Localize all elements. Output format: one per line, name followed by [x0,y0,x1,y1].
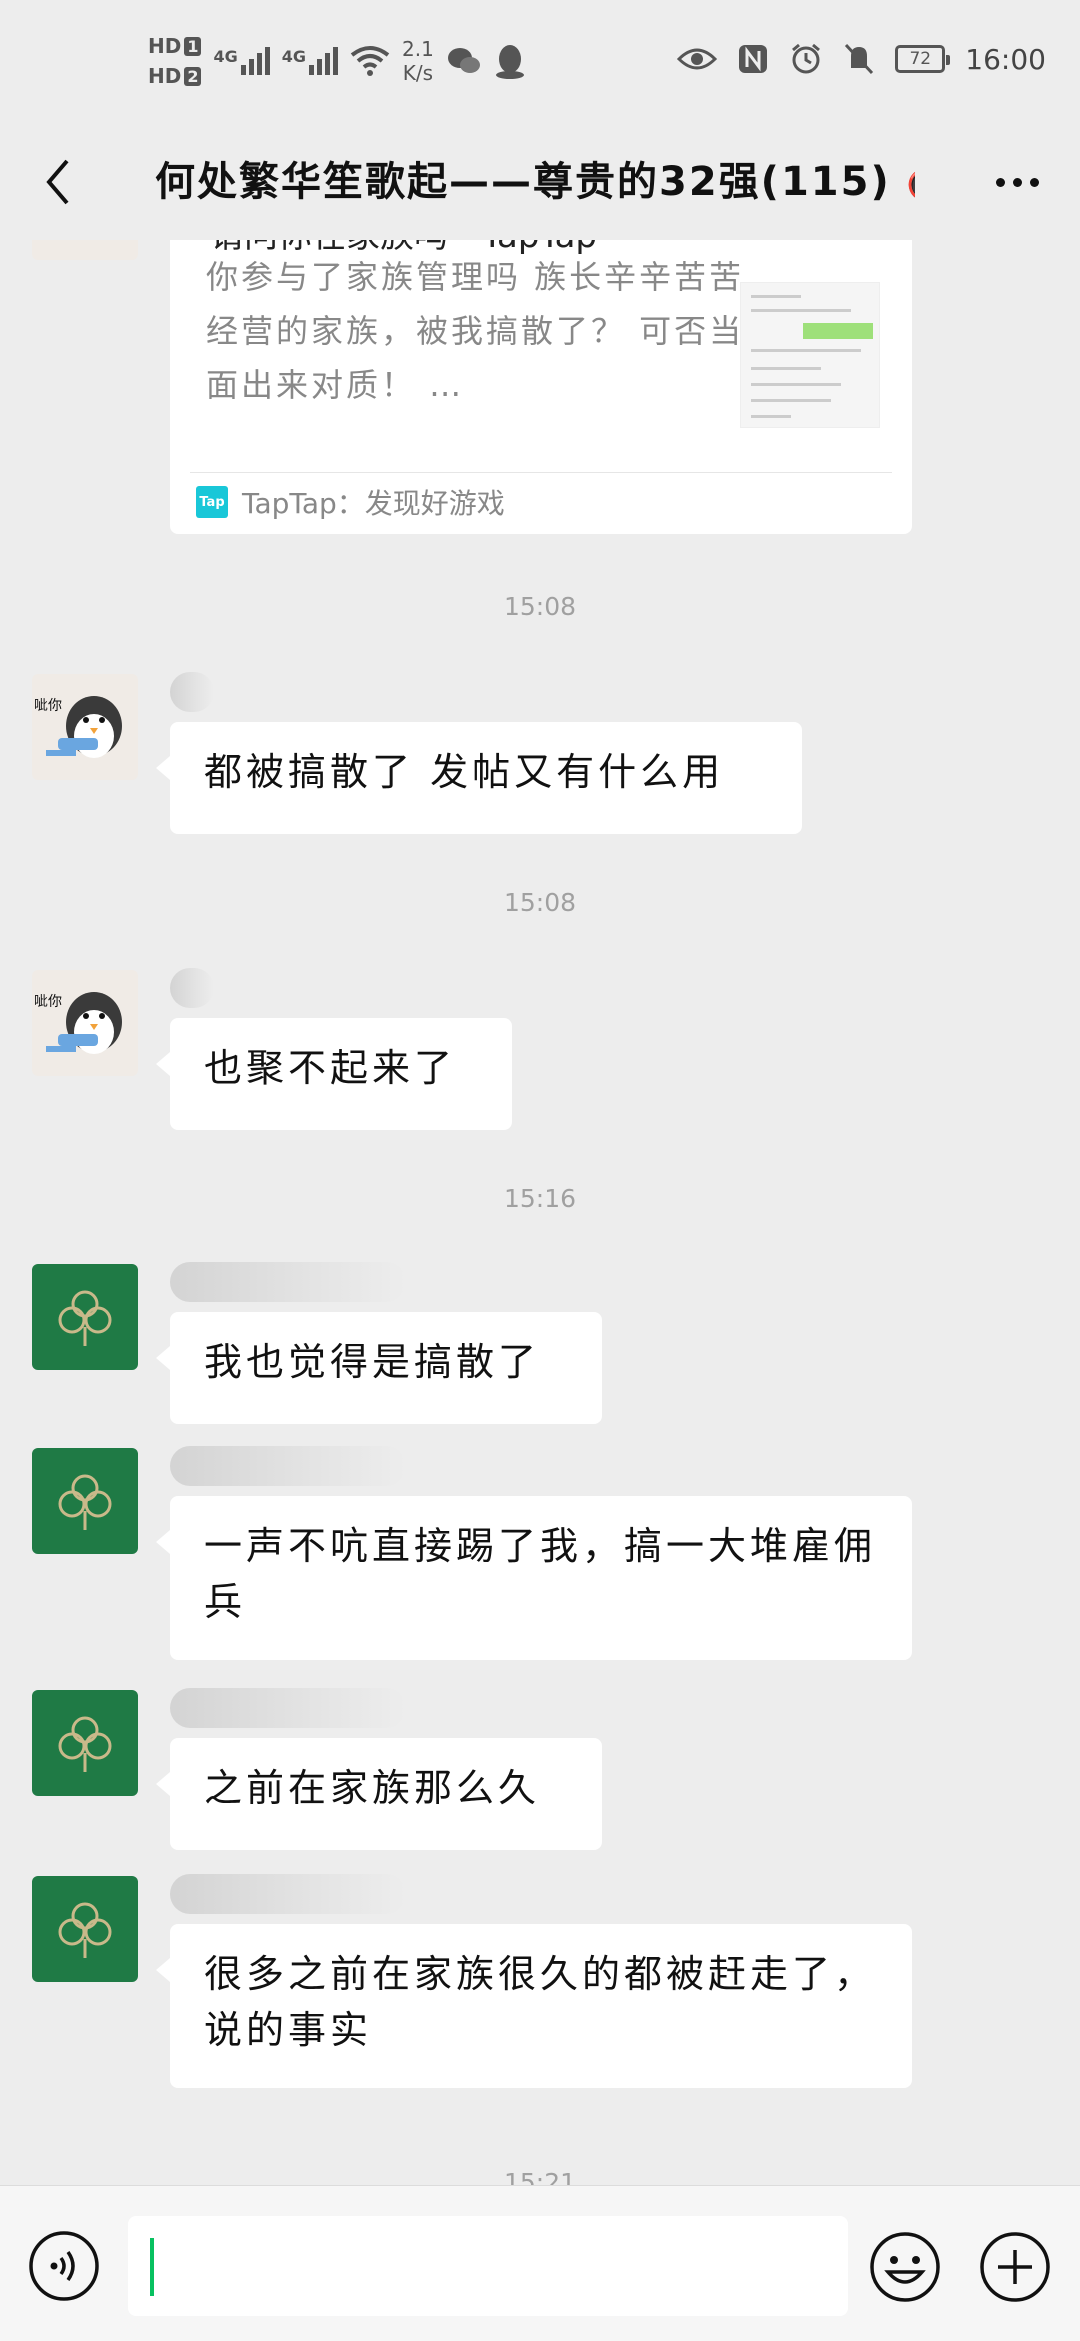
clover-knot-icon [58,1716,112,1772]
voice-button[interactable] [28,2230,100,2302]
timestamp: 15:16 [503,1184,577,1213]
sender-name [170,968,214,1008]
card-source: Tap TapTap：发现好游戏 [196,482,505,522]
clover-avatar[interactable] [32,1448,138,1554]
plus-icon [980,2232,1050,2302]
card-description: 你参与了家族管理吗 族长辛辛苦苦经营的家族，被我搞散了？ 可否当面出来对质！ … [206,258,745,404]
chat-header: 何处繁华笙歌起——尊贵的32强(115) 🔇 [0,130,1080,240]
hd-sim1: HD 1 [148,34,202,58]
avatar-caption: 呲你 [34,698,62,714]
clover-knot-icon [58,1474,112,1530]
more-functions-button[interactable] [978,2230,1052,2304]
more-dots-icon [995,177,1039,187]
card-thumbnail [740,282,880,428]
message-bubble[interactable]: 一声不吭直接踢了我，搞一大堆雇佣兵 [156,1496,912,1660]
message-bubble[interactable]: 我也觉得是搞散了 [156,1312,602,1424]
clover-avatar[interactable] [32,1876,138,1982]
status-right: 72 16:00 [677,42,1046,76]
sender-name [170,672,214,712]
penguin-avatar-image: 呲你 [34,992,122,1054]
clover-avatar[interactable] [32,1264,138,1370]
hd-sim2: HD 2 [148,64,202,88]
status-time: 16:00 [965,42,1046,76]
sender-name [170,1446,406,1486]
sender-name [170,1688,406,1728]
emoji-icon [870,2232,940,2302]
message-bubble[interactable]: 也聚不起来了 [156,1018,512,1130]
penguin-avatar[interactable]: 呲你 [32,970,138,1076]
text-cursor [150,2238,154,2296]
input-bar [0,2185,1080,2341]
emoji-button[interactable] [868,2230,942,2304]
penguin-avatar-image: 呲你 [34,696,122,758]
chat-messages[interactable]: 请问你在家族吗 - TapTap 你参与了家族管理吗 族长辛辛苦苦经营的家族，被… [0,240,1080,2185]
avatar-caption: 呲你 [34,994,62,1010]
message-bubble[interactable]: 很多之前在家族很久的都被赶走了，说的事实 [156,1924,912,2088]
message-bubble[interactable]: 都被搞散了 发帖又有什么用 [156,722,802,834]
wifi-icon [350,46,390,76]
net-speed: 2.1 K/s [402,37,434,85]
timestamp: 15:21 [503,2168,577,2185]
mute-indicator-icon: 🔇 [907,168,915,203]
taptap-logo-icon: Tap [196,486,228,518]
back-button[interactable] [28,152,88,212]
hd-indicators: HD 1 HD 2 [148,34,202,88]
avatar[interactable] [32,240,138,260]
penguin-avatar[interactable]: 呲你 [32,674,138,780]
more-button[interactable] [982,152,1052,212]
mute-icon [845,43,874,75]
message-input[interactable] [128,2216,848,2316]
signal-sim2-icon: 4G [282,47,339,75]
eye-icon [677,48,718,70]
voice-icon [29,2231,99,2301]
clover-knot-icon [58,1290,112,1346]
status-left: HD 1 HD 2 4G 4G 2.1 K/s [148,34,526,88]
clover-avatar[interactable] [32,1690,138,1796]
battery-indicator: 72 [895,45,951,73]
qq-icon [495,45,524,79]
timestamp: 15:08 [503,592,577,621]
clover-knot-icon [58,1902,112,1958]
sender-name [170,1262,406,1302]
back-arrow-icon [46,159,69,205]
wechat-icon [447,48,480,73]
message-bubble[interactable]: 之前在家族那么久 [156,1738,602,1850]
shared-link-card[interactable]: 请问你在家族吗 - TapTap 你参与了家族管理吗 族长辛辛苦苦经营的家族，被… [170,240,912,534]
alarm-icon [792,43,821,74]
timestamp: 15:08 [503,888,577,917]
nfc-icon [739,45,768,73]
chat-title: 何处繁华笙歌起——尊贵的32强(115) 🔇 [155,152,915,212]
status-bar: HD 1 HD 2 4G 4G 2.1 K/s 72 16:00 [0,0,1080,130]
sender-name [170,1874,406,1914]
card-divider [190,472,892,473]
signal-sim1-icon: 4G [213,47,270,75]
